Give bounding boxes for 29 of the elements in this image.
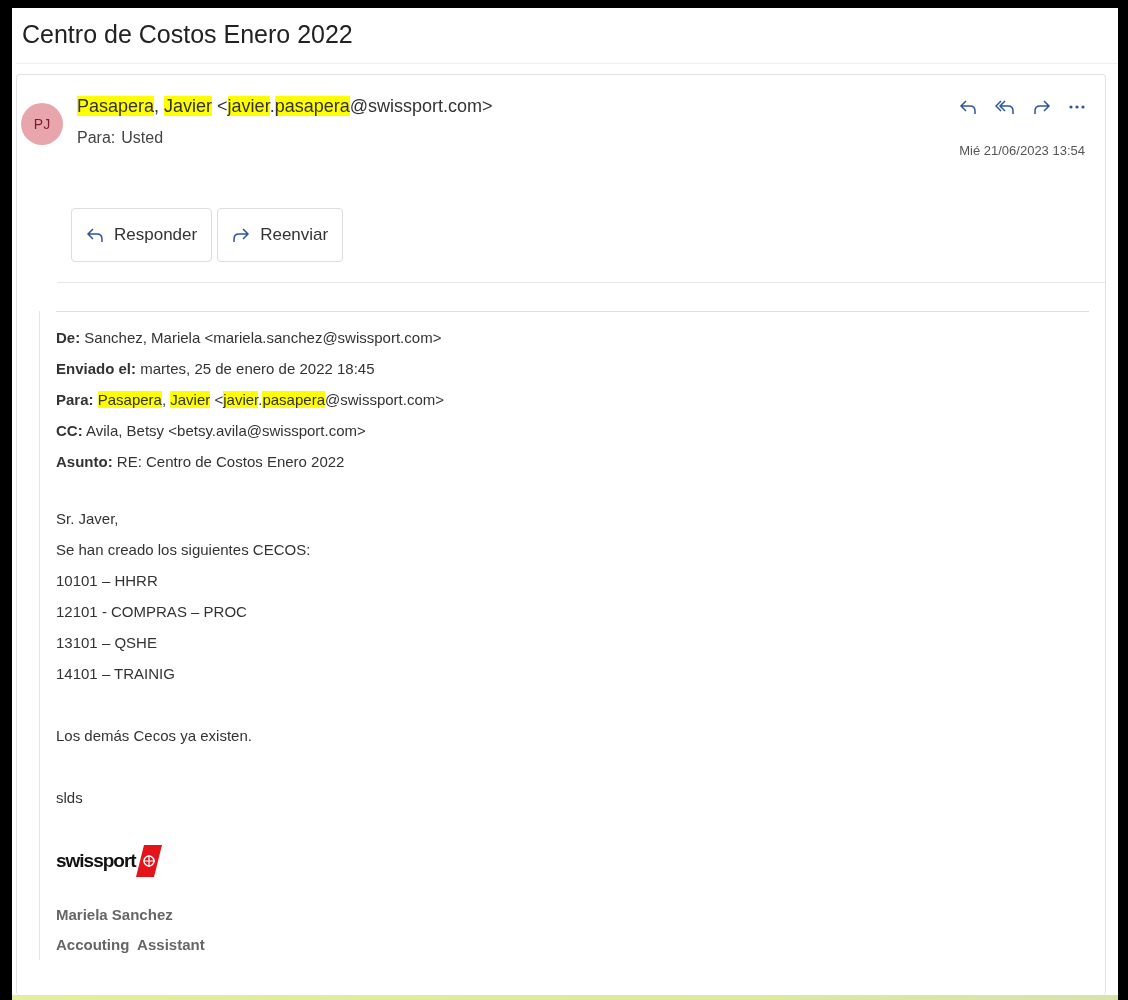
body-line: Sr. Javer, xyxy=(56,509,120,529)
to-label: Para: xyxy=(77,129,116,146)
reply-icon xyxy=(86,227,104,243)
avatar: PJ xyxy=(21,103,63,145)
forward-button[interactable]: Reenviar xyxy=(217,208,344,262)
signature-title: Accouting Assistant xyxy=(56,935,206,955)
header-line: De: Sanchez, Mariela <mariela.sanchez@swissport.com> xyxy=(56,328,443,348)
body-line: 13101 – QSHE xyxy=(56,633,158,653)
reply-icon[interactable] xyxy=(959,99,977,115)
recipient: Usted xyxy=(121,129,164,146)
forward-icon[interactable] xyxy=(1033,99,1051,115)
message-date: Mié 21/06/2023 13:54 xyxy=(959,143,1085,158)
reply-all-icon[interactable] xyxy=(995,99,1015,115)
signature-name: Mariela Sanchez xyxy=(56,905,174,925)
reply-button[interactable]: Responder xyxy=(71,208,213,262)
email-subject: Centro de Costos Enero 2022 xyxy=(16,8,1118,64)
more-icon[interactable] xyxy=(1069,105,1085,109)
body-line: Los demás Cecos ya existen. xyxy=(56,726,253,746)
header-line: CC: Avila, Betsy <betsy.avila@swissport.com> xyxy=(56,421,367,441)
logo-wordmark: swissport xyxy=(56,850,136,872)
body-line: 12101 - COMPRAS – PROC xyxy=(56,602,248,622)
logo-icon xyxy=(135,845,162,877)
header-line: Enviado el: martes, 25 de enero de 2022 18:45 xyxy=(56,359,376,379)
body-line: 14101 – TRAINIG xyxy=(56,664,176,684)
body-line: Se han creado los siguientes CECOS: xyxy=(56,540,312,560)
header-line: Asunto: RE: Centro de Costos Enero 2022 xyxy=(56,452,346,472)
body-line: slds xyxy=(56,788,84,808)
body-line: 10101 – HHRR xyxy=(56,571,159,591)
forward-icon xyxy=(232,227,251,243)
